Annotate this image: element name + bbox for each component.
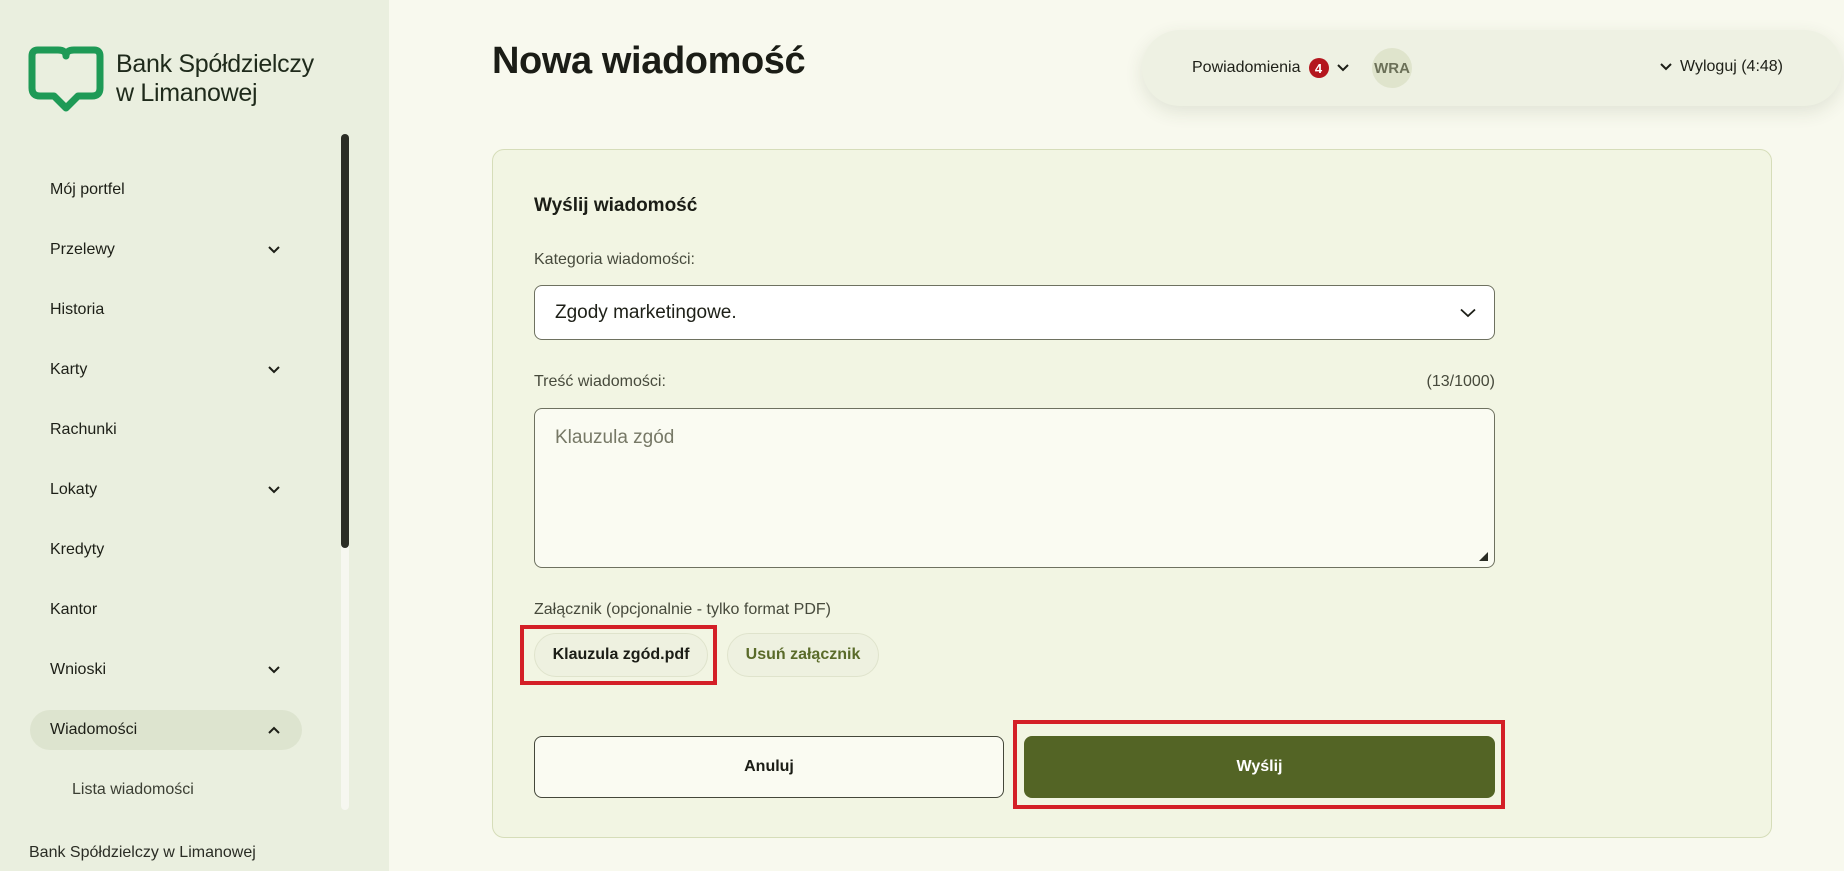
attachment-label: Załącznik (opcjonalnie - tylko format PD… [534,601,831,618]
sidebar-item-moj-portfel[interactable]: Mój portfel [30,170,302,210]
sidebar-item-label: Karty [50,361,88,378]
category-selected-value: Zgody marketingowe. [555,301,737,323]
notifications-badge: 4 [1308,58,1329,78]
sidebar-item-lokaty[interactable]: Lokaty [30,470,302,510]
chevron-down-icon [1336,59,1349,77]
message-content-value: Klauzula zgód [555,427,675,448]
bank-name-line2: w Limanowej [116,79,258,107]
sidebar-item-label: Wnioski [50,661,107,678]
logout-label: Wyloguj (4:48) [1680,58,1784,75]
sidebar-item-karty[interactable]: Karty [30,350,302,390]
sidebar-item-label: Kredyty [50,541,105,558]
category-label: Kategoria wiadomości: [534,251,695,268]
highlight-box-attachment [520,625,717,685]
resize-handle[interactable] [1479,552,1488,561]
avatar[interactable]: WRA [1372,48,1412,88]
cancel-button[interactable]: Anuluj [534,736,1004,798]
sidebar-subitem-lista-wiadomosci[interactable]: Lista wiadomości [30,778,194,802]
content-label: Treść wiadomości: [534,373,666,390]
sidebar-item-kantor[interactable]: Kantor [30,590,302,630]
sidebar-item-label: Przelewy [50,241,115,258]
form-title: Wyślij wiadomość [534,195,698,216]
sidebar-item-rachunki[interactable]: Rachunki [30,410,302,450]
top-bar: Powiadomienia 4 WRA Wyloguj (4:48) [1142,30,1842,106]
sidebar-footer: Bank Spółdzielczy w Limanowej [29,844,256,861]
notifications-label: Powiadomienia [1192,59,1301,76]
message-content-textarea[interactable]: Klauzula zgód [534,408,1495,568]
chevron-down-icon [266,482,282,498]
page-title: Nowa wiadomość [492,40,806,82]
chevron-down-icon [266,662,282,678]
sidebar: Bank Spółdzielczy w Limanowej Mój portfe… [0,0,389,871]
sidebar-item-label: Kantor [50,601,98,618]
logout-button[interactable]: Wyloguj (4:48) [1660,58,1783,76]
sidebar-scrollbar[interactable] [341,134,349,548]
sidebar-item-label: Wiadomości [50,721,138,738]
chevron-up-icon [266,722,282,738]
category-select[interactable]: Zgody marketingowe. [534,285,1495,340]
sidebar-item-kredyty[interactable]: Kredyty [30,530,302,570]
sidebar-item-przelewy[interactable]: Przelewy [30,230,302,270]
chevron-down-icon [1660,58,1672,76]
highlight-box-send [1013,720,1505,809]
chevron-down-icon [266,242,282,258]
sidebar-item-label: Mój portfel [50,181,125,198]
bank-logo[interactable]: Bank Spółdzielczy w Limanowej [28,44,314,112]
sidebar-item-wiadomosci[interactable]: Wiadomości [30,710,302,750]
sidebar-item-historia[interactable]: Historia [30,290,302,330]
sidebar-item-label: Rachunki [50,421,117,438]
bank-name-line1: Bank Spółdzielczy [116,50,314,78]
bank-logo-icon [28,46,104,112]
sidebar-item-label: Lokaty [50,481,98,498]
notifications-button[interactable]: Powiadomienia 4 [1192,58,1349,78]
chevron-down-icon [266,362,282,378]
sidebar-item-label: Historia [50,301,105,318]
chevron-down-icon [1460,302,1476,324]
sidebar-item-wnioski[interactable]: Wnioski [30,650,302,690]
character-counter: (13/1000) [1426,373,1496,390]
remove-attachment-button[interactable]: Usuń załącznik [727,633,879,677]
